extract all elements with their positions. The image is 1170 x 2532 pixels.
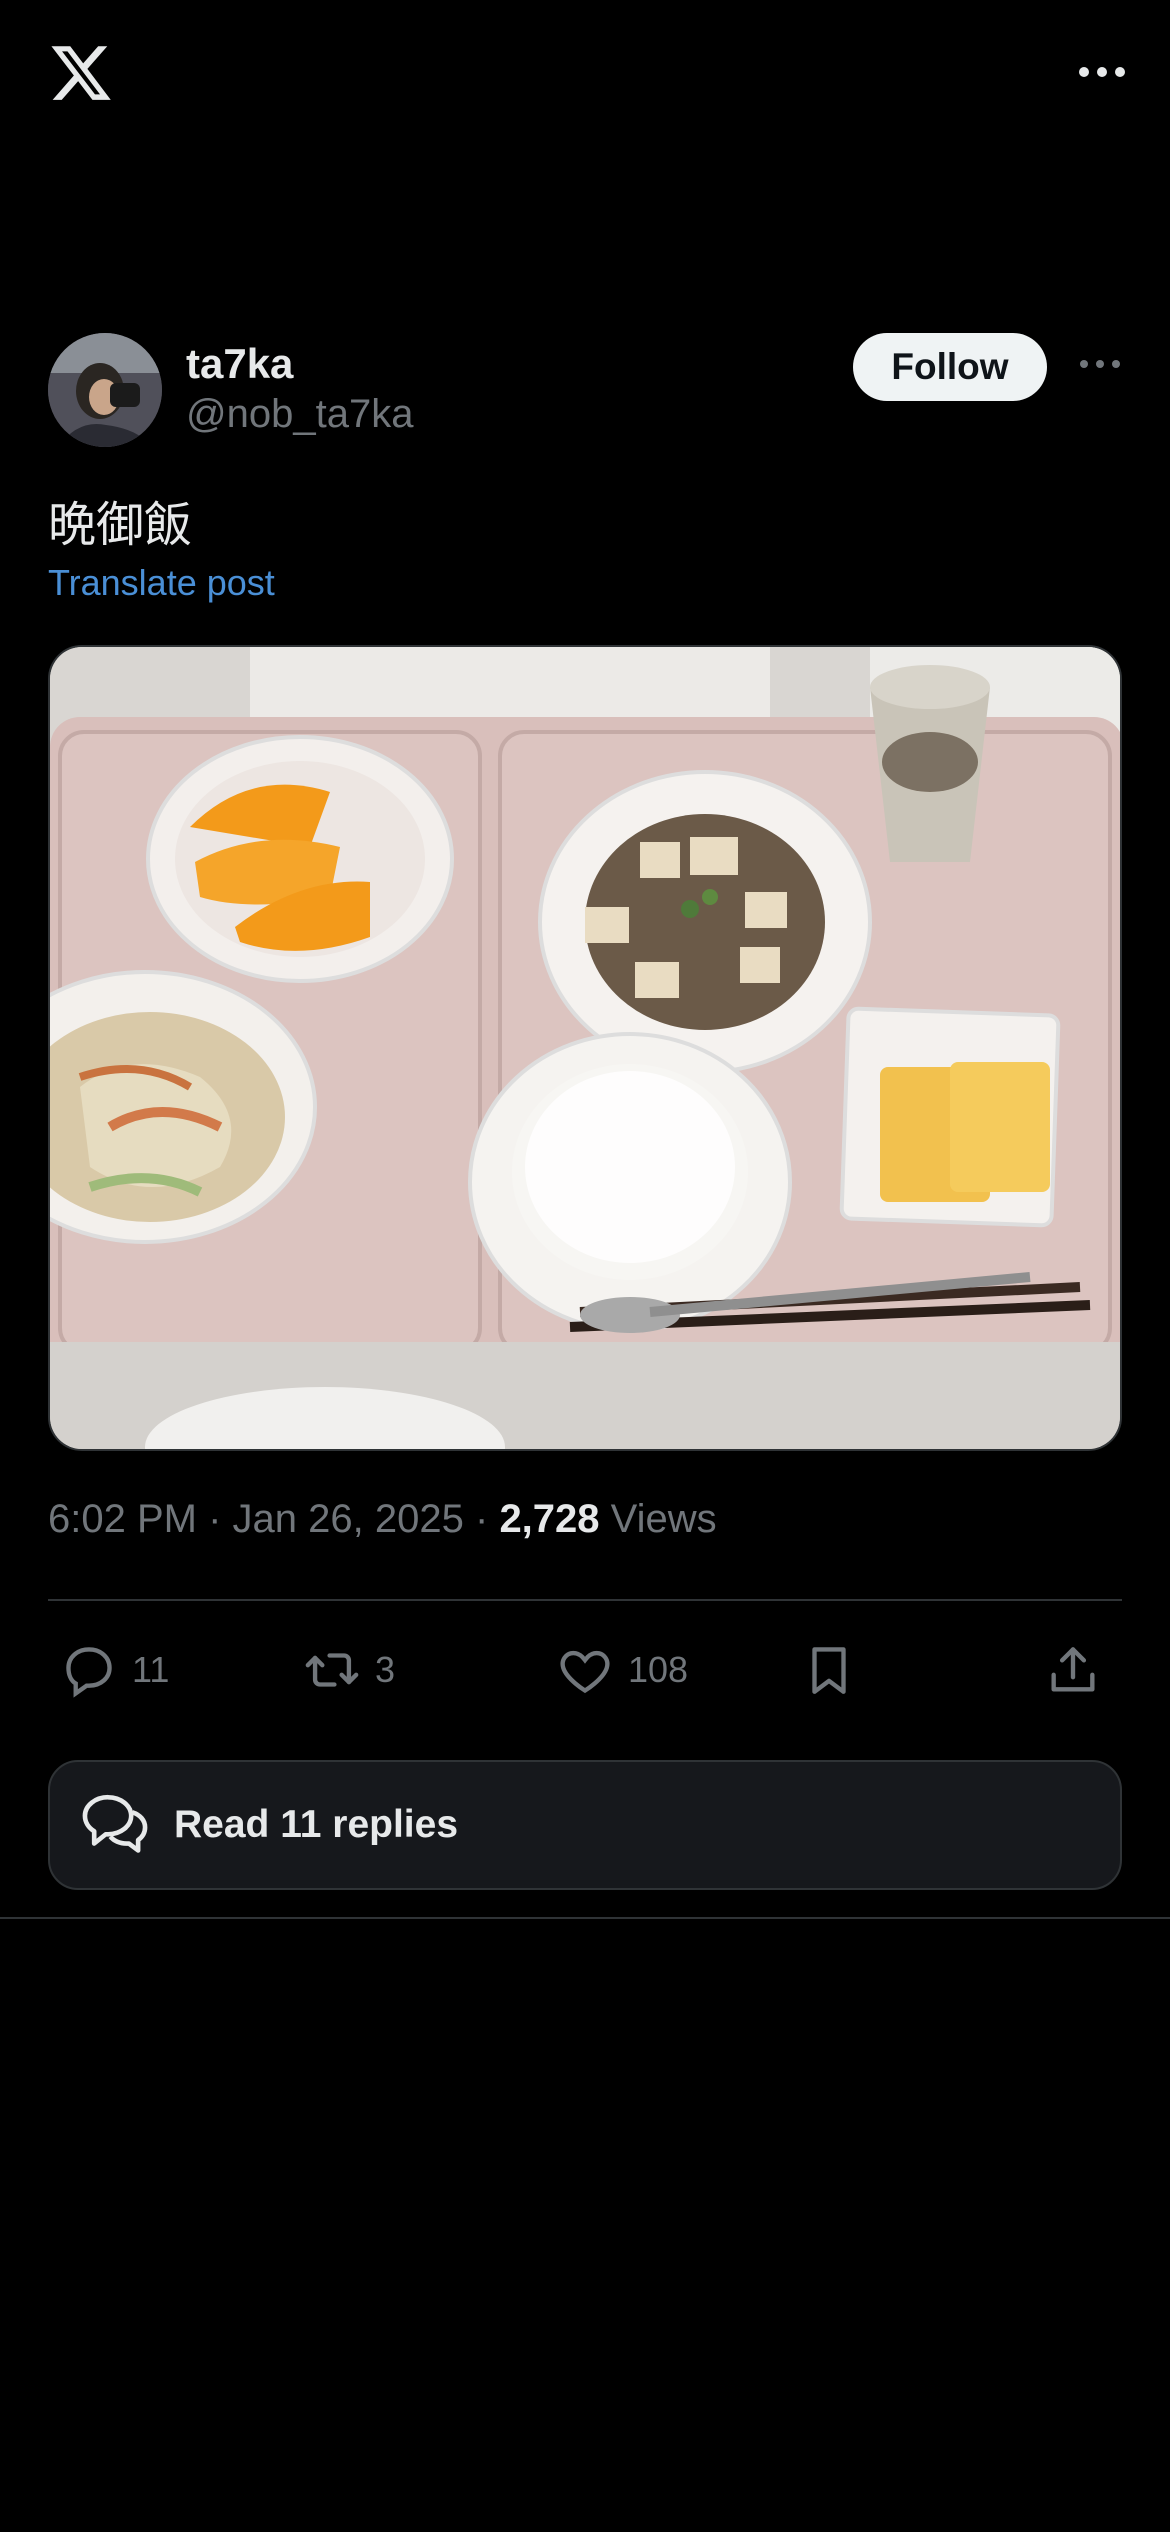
reply-count: 11 <box>132 1649 170 1690</box>
divider <box>48 1599 1122 1601</box>
post-date[interactable]: Jan 26, 2025 <box>233 1497 464 1541</box>
like-icon <box>560 1650 610 1694</box>
follow-button[interactable]: Follow <box>853 333 1047 401</box>
author-name[interactable]: ta7ka <box>186 340 293 388</box>
divider <box>0 1917 1170 1919</box>
bookmark-icon <box>812 1647 846 1694</box>
like-count: 108 <box>628 1649 689 1690</box>
x-logo-icon[interactable] <box>48 40 114 106</box>
post-image[interactable] <box>48 645 1122 1451</box>
action-bar: 11 3 108 <box>48 1630 1122 1710</box>
avatar[interactable] <box>48 333 162 447</box>
more-icon[interactable] <box>1078 354 1122 374</box>
read-replies-button[interactable]: Read 11 replies <box>48 1760 1122 1890</box>
meta-separator: · <box>208 1497 222 1541</box>
reply-icon <box>66 1647 112 1698</box>
reply-button[interactable]: 11 <box>60 1630 169 1710</box>
top-bar <box>0 0 1170 150</box>
views-count[interactable]: 2,728 <box>499 1497 599 1541</box>
meal-tray-photo <box>50 647 1120 1449</box>
repost-icon <box>305 1653 359 1687</box>
author-handle[interactable]: @nob_ta7ka <box>186 392 413 437</box>
share-icon <box>1051 1647 1095 1692</box>
post-text: 晩御飯 <box>48 497 193 553</box>
repost-button[interactable]: 3 <box>303 1630 395 1710</box>
post-time: 6:02 PM <box>48 1497 197 1541</box>
bookmark-button[interactable] <box>800 1630 858 1710</box>
chat-bubbles-icon <box>82 1794 148 1853</box>
more-icon[interactable] <box>1076 60 1128 84</box>
share-button[interactable] <box>1044 1630 1102 1710</box>
like-button[interactable]: 108 <box>556 1630 688 1710</box>
author-row: ta7ka @nob_ta7ka Follow <box>48 330 1122 450</box>
translate-post-link[interactable]: Translate post <box>48 562 275 604</box>
views-label: Views <box>610 1497 717 1541</box>
meta-separator: · <box>474 1497 489 1541</box>
repost-count: 3 <box>375 1649 396 1690</box>
read-replies-label: Read 11 replies <box>174 1803 459 1846</box>
post-meta: 6:02 PM · Jan 26, 2025 · 2,728 Views <box>48 1497 717 1542</box>
